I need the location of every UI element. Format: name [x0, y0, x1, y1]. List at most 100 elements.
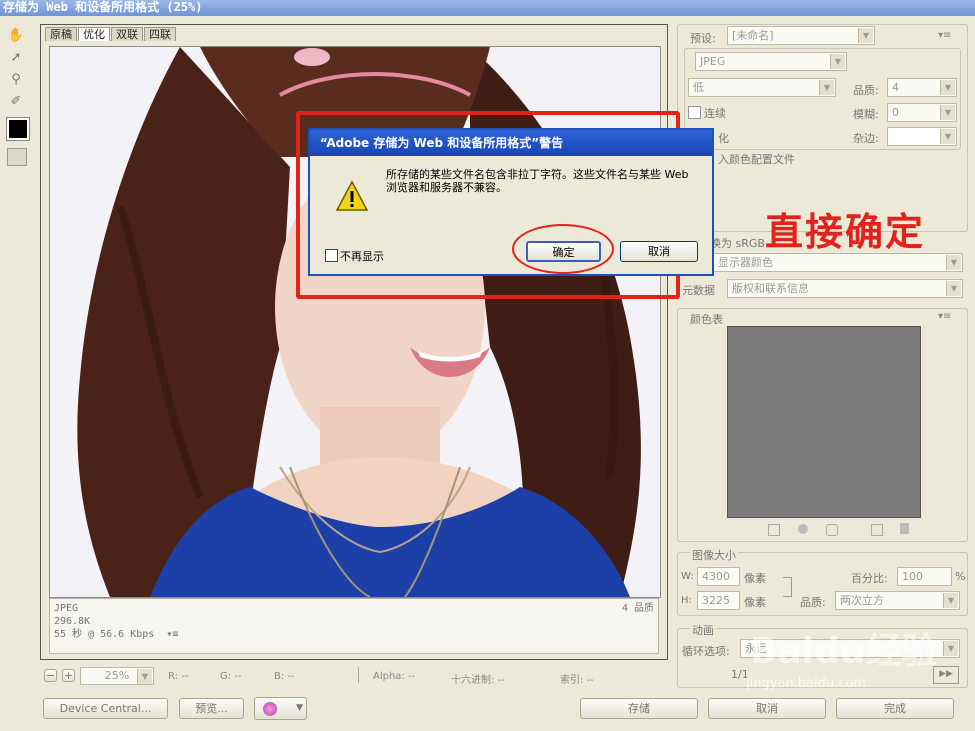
width-input[interactable]: 4300	[697, 567, 740, 586]
readout-index: 索引: --	[560, 675, 594, 686]
chevron-down-icon: ▼	[940, 105, 955, 120]
dialog-cancel-button[interactable]: 取消	[620, 241, 698, 262]
dont-show-checkbox[interactable]	[325, 249, 338, 262]
map-transparent-icon[interactable]	[768, 524, 780, 536]
chevron-down-icon: ▼	[940, 80, 955, 95]
compression-select[interactable]: 低 ▼	[688, 78, 836, 97]
device-central-button[interactable]: Device Central...	[43, 698, 168, 719]
done-button[interactable]: 完成	[836, 698, 954, 719]
tab-optimized[interactable]: 优化	[78, 27, 110, 41]
color-table-swatches[interactable]	[727, 326, 921, 518]
width-unit: 像素	[744, 572, 766, 585]
optimized-label: 化	[718, 132, 729, 145]
embed-profile-label: 入颜色配置文件	[718, 153, 795, 166]
dialog-title: “Adobe 存储为 Web 和设备所用格式”警告	[310, 130, 712, 156]
convert-srgb-label: 换为 sRGB	[710, 237, 765, 250]
cancel-button[interactable]: 取消	[708, 698, 826, 719]
divider	[358, 667, 359, 683]
view-tabs: 原稿 优化 双联 四联	[45, 27, 177, 41]
readout-b: B: --	[274, 671, 295, 682]
watermark-url: jingyan.baidu.com	[746, 676, 866, 691]
toggle-slices-icon[interactable]	[7, 148, 27, 166]
quality-input[interactable]: 4 ▼	[887, 78, 957, 97]
tab-2-up[interactable]: 双联	[111, 27, 143, 41]
warning-dialog: “Adobe 存储为 Web 和设备所用格式”警告 所存储的某些文件名包含非拉丁…	[308, 128, 714, 276]
zoom-level-select[interactable]: 25% ▼	[80, 667, 154, 685]
chevron-down-icon: ▼	[946, 281, 961, 296]
annotation-label: 直接确定	[765, 210, 926, 254]
progressive-checkbox[interactable]	[688, 106, 701, 119]
metadata-select[interactable]: 版权和联系信息 ▼	[727, 279, 963, 298]
chevron-down-icon: ▼	[819, 80, 834, 95]
eyedropper-color-swatch[interactable]	[7, 118, 29, 140]
download-speed-menu-icon[interactable]: ▾≡	[166, 629, 178, 640]
chevron-down-icon: ▼	[858, 28, 873, 43]
eyedropper-tool-icon[interactable]: ✐	[7, 92, 25, 110]
zoom-out-button[interactable]: −	[44, 669, 57, 682]
readout-g: G: --	[220, 671, 242, 682]
blur-input[interactable]: 0 ▼	[887, 103, 957, 122]
settings-menu-icon[interactable]: ▾≡	[938, 30, 951, 41]
color-table-label: 颜色表	[690, 313, 723, 326]
zoom-tool-icon[interactable]: ⚲	[7, 70, 25, 88]
blur-label: 模糊:	[853, 108, 879, 121]
new-color-icon[interactable]	[871, 524, 883, 536]
status-bar: − + 25% ▼ R: -- G: -- B: -- Alpha: -- 十六进…	[40, 665, 670, 687]
chevron-down-icon: ▼	[946, 255, 961, 270]
window-title: 存储为 Web 和设备所用格式 (25%)	[0, 0, 975, 16]
optimization-info: JPEG 296.8K 55 秒 @ 56.6 Kbps ▾≡ 4 品质	[49, 598, 659, 654]
height-input[interactable]: 3225	[697, 591, 740, 610]
readout-hex: 十六进制: --	[451, 675, 505, 686]
slice-select-tool-icon[interactable]: ➚	[7, 48, 25, 66]
hand-tool-icon[interactable]: ✋	[7, 26, 25, 44]
chevron-down-icon: ▼	[296, 703, 303, 713]
metadata-label: 元数据	[682, 284, 715, 297]
progressive-label: 连续	[704, 107, 726, 120]
info-download-time: 55 秒 @ 56.6 Kbps ▾≡	[54, 629, 179, 640]
info-size: 296.8K	[54, 616, 91, 627]
readout-r: R: --	[168, 671, 189, 682]
quality-label: 品质:	[853, 84, 879, 97]
constrain-link-icon[interactable]	[783, 577, 792, 597]
chevron-down-icon: ▼	[943, 593, 958, 608]
percent-unit: %	[955, 570, 966, 583]
readout-alpha: Alpha: --	[373, 671, 416, 682]
percent-input[interactable]: 100	[897, 567, 952, 586]
percent-label: 百分比:	[851, 572, 888, 585]
info-format: JPEG	[54, 603, 79, 614]
matte-label: 杂边:	[853, 132, 879, 145]
preset-label: 预设:	[690, 32, 716, 45]
trash-icon[interactable]	[900, 523, 909, 534]
chevron-down-icon: ▼	[943, 641, 958, 656]
format-select[interactable]: JPEG ▼	[695, 52, 847, 71]
info-quality: 4 品质	[621, 603, 654, 614]
lock-color-icon[interactable]	[826, 524, 838, 536]
chevron-down-icon: ▼	[137, 669, 152, 684]
browser-icon	[263, 702, 277, 716]
image-size-label: 图像大小	[690, 547, 738, 563]
web-snap-icon[interactable]	[798, 524, 808, 534]
preview-select[interactable]: 显示器颜色 ▼	[713, 253, 963, 272]
browser-preview-select[interactable]: ▼	[254, 697, 307, 720]
ok-highlight-ellipse	[512, 224, 614, 274]
zoom-in-button[interactable]: +	[62, 669, 75, 682]
dialog-message: 所存储的某些文件名包含非拉丁字符。这些文件名与某些 Web 浏览器和服务器不兼容…	[386, 168, 689, 194]
matte-select[interactable]: ▼	[887, 127, 957, 146]
animation-label: 动画	[690, 622, 716, 638]
chevron-down-icon: ▼	[830, 54, 845, 69]
dont-show-label: 不再显示	[340, 250, 384, 263]
height-label: H:	[681, 595, 692, 606]
save-button[interactable]: 存储	[580, 698, 698, 719]
preview-button[interactable]: 预览...	[179, 698, 244, 719]
resample-label: 品质:	[800, 596, 826, 609]
width-label: W:	[681, 571, 694, 582]
loop-label: 循环选项:	[682, 645, 730, 658]
height-unit: 像素	[744, 596, 766, 609]
tab-original[interactable]: 原稿	[45, 27, 77, 41]
warning-icon	[335, 180, 369, 215]
tool-strip: ✋ ➚ ⚲ ✐	[7, 26, 29, 166]
color-table-menu-icon[interactable]: ▾≡	[938, 311, 951, 322]
resample-select[interactable]: 两次立方 ▼	[835, 591, 960, 610]
tab-4-up[interactable]: 四联	[144, 27, 176, 41]
preset-select[interactable]: [未命名] ▼	[727, 26, 875, 45]
